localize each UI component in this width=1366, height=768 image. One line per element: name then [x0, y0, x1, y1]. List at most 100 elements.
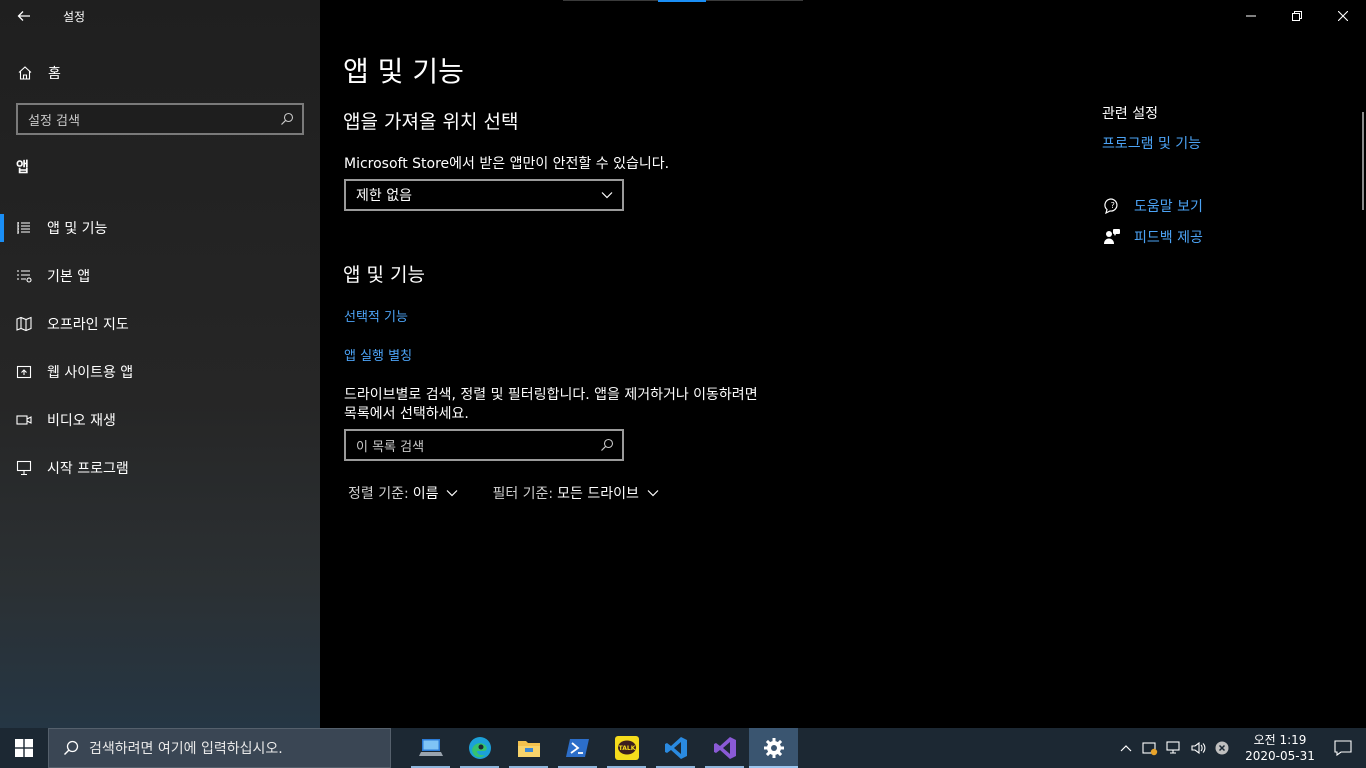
- related-settings: 관련 설정 프로그램 및 기능: [1102, 103, 1201, 153]
- back-arrow-icon: [17, 11, 30, 21]
- kakaotalk-icon: TALK: [614, 736, 639, 760]
- chevron-up-icon: [1120, 745, 1132, 752]
- clock[interactable]: 오전 1:19 2020-05-31: [1240, 732, 1320, 764]
- taskbar-app-visual-studio[interactable]: [700, 728, 749, 768]
- offline-maps-icon: [14, 316, 34, 332]
- filter-by-dropdown[interactable]: 필터 기준: 모든 드라이브: [492, 483, 659, 503]
- settings-search-placeholder: 설정 검색: [28, 113, 80, 129]
- startup-icon: [14, 460, 34, 476]
- tray-network-button[interactable]: [1162, 728, 1186, 768]
- notification-icon: [1334, 740, 1352, 756]
- taskbar-app-vscode[interactable]: [651, 728, 700, 768]
- svg-text:?: ?: [1111, 201, 1115, 210]
- sidebar-item-home[interactable]: 홈: [0, 56, 320, 90]
- sort-value: 이름: [412, 486, 439, 502]
- network-icon: [1166, 741, 1180, 754]
- taskbar: 검색하려면 여기에 입력하십시오. TALK 오전 1:19 2020-05-3…: [0, 728, 1366, 768]
- clock-time: 오전 1:19: [1253, 733, 1307, 747]
- filter-label: 필터 기준:: [492, 486, 554, 502]
- apps-section-heading: 앱 및 기능: [343, 264, 425, 286]
- video-playback-icon: [14, 412, 34, 428]
- tray-security-icon-button[interactable]: [1138, 728, 1162, 768]
- error-circle-icon: [1215, 741, 1229, 755]
- system-tray: 오전 1:19 2020-05-31: [1114, 728, 1366, 768]
- sidebar-item-label: 시작 프로그램: [47, 461, 129, 477]
- optional-features-link[interactable]: 선택적 기능: [344, 306, 408, 325]
- taskbar-app-powershell[interactable]: [553, 728, 602, 768]
- sort-filter-row: 정렬 기준: 이름 필터 기준: 모든 드라이브: [348, 483, 659, 503]
- app-source-dropdown[interactable]: 제한 없음: [344, 179, 624, 211]
- chevron-down-icon: [446, 489, 458, 497]
- install-section-heading: 앱을 가져올 위치 선택: [343, 111, 519, 133]
- default-apps-icon: [14, 268, 34, 284]
- app-execution-aliases-link[interactable]: 앱 실행 별칭: [344, 345, 412, 364]
- close-icon: [1338, 11, 1348, 21]
- minimize-button[interactable]: [1228, 0, 1274, 32]
- sidebar-item-default-apps[interactable]: 기본 앱: [0, 252, 320, 300]
- chevron-down-icon: [647, 489, 659, 497]
- top-accent: [658, 0, 706, 2]
- close-button[interactable]: [1320, 0, 1366, 32]
- sidebar-item-apps-features[interactable]: 앱 및 기능: [0, 204, 320, 252]
- edge-icon: [468, 737, 491, 759]
- main-content: 앱 및 기능 앱을 가져올 위치 선택 Microsoft Store에서 받은…: [320, 0, 1366, 728]
- sidebar-item-label: 비디오 재생: [47, 413, 116, 429]
- search-icon[interactable]: [592, 438, 622, 452]
- sort-by-dropdown[interactable]: 정렬 기준: 이름: [348, 483, 458, 503]
- apps-for-websites-icon: [14, 364, 34, 380]
- back-button[interactable]: [8, 2, 40, 30]
- filter-value: 모든 드라이브: [557, 486, 639, 502]
- action-center-button[interactable]: [1320, 728, 1366, 768]
- apps-description-line1: 드라이브별로 검색, 정렬 및 필터링합니다. 앱을 제거하거나 이동하려면: [344, 387, 758, 403]
- restore-button[interactable]: [1274, 0, 1320, 32]
- show-hidden-icons-button[interactable]: [1114, 728, 1138, 768]
- app-list-search-placeholder: 이 목록 검색: [356, 439, 425, 455]
- vscode-icon: [664, 737, 687, 759]
- clock-date: 2020-05-31: [1245, 749, 1315, 763]
- start-button[interactable]: [0, 728, 48, 768]
- taskbar-app-edge[interactable]: [455, 728, 504, 768]
- window-controls: [1228, 0, 1366, 32]
- volume-icon: [1191, 741, 1206, 755]
- programs-features-link[interactable]: 프로그램 및 기능: [1102, 133, 1201, 153]
- visual-studio-icon: [713, 737, 736, 759]
- scrollbar[interactable]: [1362, 112, 1364, 210]
- sidebar: 설정 홈 설정 검색 앱 앱 및 기능 기본 앱 오프라인 지도 웹 사이트용 …: [0, 0, 320, 728]
- app-list-search-input[interactable]: 이 목록 검색: [344, 429, 624, 461]
- give-feedback-link[interactable]: 피드백 제공: [1102, 227, 1203, 247]
- apps-description-line2: 목록에서 선택하세요.: [344, 406, 469, 422]
- page-title: 앱 및 기능: [343, 55, 464, 88]
- sidebar-item-apps-for-websites[interactable]: 웹 사이트용 앱: [0, 348, 320, 396]
- get-help-label: 도움말 보기: [1134, 199, 1203, 215]
- taskbar-apps: TALK: [406, 728, 798, 768]
- search-icon[interactable]: [272, 112, 302, 126]
- sidebar-item-video-playback[interactable]: 비디오 재생: [0, 396, 320, 444]
- settings-search-input[interactable]: 설정 검색: [16, 103, 304, 135]
- feedback-person-icon: [1102, 228, 1122, 246]
- tray-error-button[interactable]: [1210, 728, 1234, 768]
- related-settings-heading: 관련 설정: [1102, 106, 1158, 122]
- app-title: 설정: [63, 10, 86, 24]
- sidebar-item-label: 기본 앱: [47, 269, 91, 285]
- sidebar-item-label: 앱 및 기능: [47, 221, 108, 237]
- taskbar-app-settings[interactable]: [749, 728, 798, 768]
- this-pc-icon: [418, 739, 443, 756]
- security-alert-icon: [1142, 742, 1158, 756]
- sidebar-item-startup[interactable]: 시작 프로그램: [0, 444, 320, 492]
- taskbar-app-file-explorer[interactable]: [504, 728, 553, 768]
- minimize-icon: [1246, 15, 1256, 17]
- sort-label: 정렬 기준:: [348, 486, 409, 502]
- sidebar-item-home-label: 홈: [48, 66, 61, 82]
- sidebar-item-offline-maps[interactable]: 오프라인 지도: [0, 300, 320, 348]
- home-icon: [15, 65, 35, 81]
- install-section-description: Microsoft Store에서 받은 앱만이 안전할 수 있습니다.: [344, 156, 670, 172]
- taskbar-app-kakaotalk[interactable]: TALK: [602, 728, 651, 768]
- tray-volume-button[interactable]: [1186, 728, 1210, 768]
- windows-logo-icon: [15, 739, 33, 757]
- taskbar-app-this-pc[interactable]: [406, 728, 455, 768]
- get-help-link[interactable]: ? 도움말 보기: [1102, 196, 1203, 216]
- sidebar-section-label: 앱: [16, 160, 29, 176]
- sidebar-nav: 앱 및 기능 기본 앱 오프라인 지도 웹 사이트용 앱 비디오 재생 시작 프…: [0, 204, 320, 492]
- give-feedback-label: 피드백 제공: [1134, 230, 1203, 246]
- taskbar-search-box[interactable]: 검색하려면 여기에 입력하십시오.: [48, 728, 391, 768]
